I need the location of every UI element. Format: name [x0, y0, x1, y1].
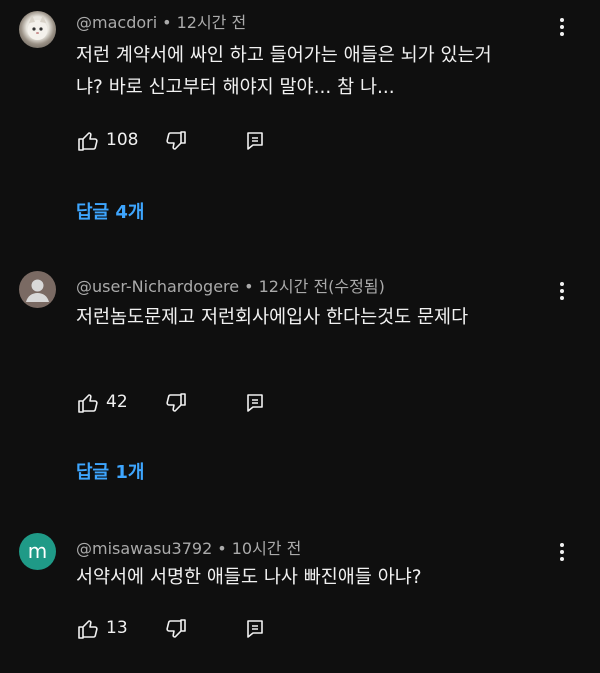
author-name[interactable]: @user-Nichardogere [76, 277, 239, 296]
like-icon[interactable] [76, 391, 100, 415]
view-replies-button[interactable]: 답글 4개 [76, 198, 144, 224]
comment-meta: @user-Nichardogere • 12시간 전(수정됨) [76, 273, 385, 297]
comment-time: 12시간 전(수정됨) [258, 277, 385, 296]
more-options-icon[interactable] [552, 279, 572, 303]
meta-separator: • [217, 539, 227, 558]
dislike-icon[interactable] [164, 391, 188, 415]
comment-time: 12시간 전 [176, 13, 247, 32]
view-replies-button[interactable]: 답글 1개 [76, 458, 144, 484]
dislike-icon[interactable] [164, 129, 188, 153]
reply-comment-icon[interactable] [243, 129, 267, 153]
dislike-icon[interactable] [164, 617, 188, 641]
author-name[interactable]: @misawasu3792 [76, 539, 212, 558]
comment-text: 저런 계약서에 싸인 하고 들어가는 애들은 뇌가 있는거냐? 바로 신고부터 … [76, 45, 492, 98]
like-icon[interactable] [76, 617, 100, 641]
letter-avatar[interactable]: m [19, 533, 56, 570]
like-count: 13 [106, 618, 128, 638]
comment-text: 서약서에 서명한 애들도 나사 빠진애들 아냐? [76, 567, 422, 588]
like-icon[interactable] [76, 129, 100, 153]
default-user-avatar[interactable] [19, 271, 56, 308]
meta-separator: • [244, 277, 254, 296]
comment-meta: @macdori • 12시간 전 [76, 9, 246, 33]
like-count: 42 [106, 392, 128, 412]
cat-photo-avatar[interactable] [19, 11, 56, 48]
more-options-icon[interactable] [552, 540, 572, 564]
comment-meta: @misawasu3792 • 10시간 전 [76, 535, 301, 559]
comment-time: 10시간 전 [231, 539, 302, 558]
meta-separator: • [162, 13, 172, 32]
more-options-icon[interactable] [552, 15, 572, 39]
reply-comment-icon[interactable] [243, 391, 267, 415]
like-count: 108 [106, 130, 139, 150]
reply-comment-icon[interactable] [243, 617, 267, 641]
comment-text: 저런놈도문제고 저런회사에입사 한다는것도 문제다 [76, 307, 469, 328]
author-name[interactable]: @macdori [76, 13, 157, 32]
